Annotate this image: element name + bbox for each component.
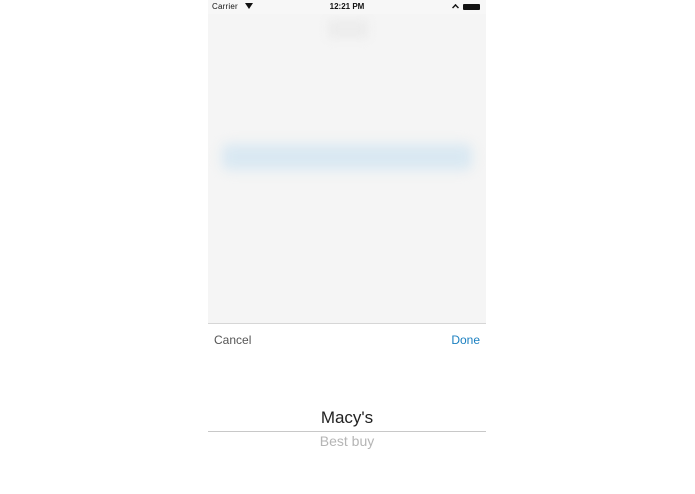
blurred-title bbox=[328, 20, 368, 38]
status-bar: Carrier 12:21 PM bbox=[208, 0, 486, 14]
store-picker[interactable]: Macy's Best buy bbox=[208, 358, 486, 494]
blurred-background-content bbox=[208, 14, 486, 323]
picker-toolbar: Cancel Done bbox=[208, 323, 486, 358]
battery-icon bbox=[463, 4, 480, 10]
phone-screen: Carrier 12:21 PM Cancel Done Macy's Best… bbox=[208, 0, 486, 494]
picker-selected-option[interactable]: Macy's bbox=[208, 408, 486, 428]
picker-selection-divider bbox=[208, 431, 486, 432]
done-button[interactable]: Done bbox=[451, 333, 480, 347]
blurred-input-field bbox=[222, 144, 472, 170]
status-time: 12:21 PM bbox=[329, 2, 365, 11]
cancel-button[interactable]: Cancel bbox=[214, 333, 251, 347]
picker-option[interactable]: Best buy bbox=[208, 433, 486, 449]
